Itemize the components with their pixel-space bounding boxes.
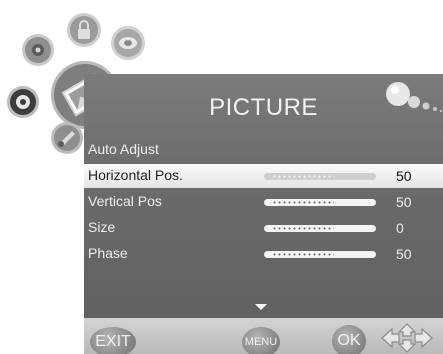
vertical-pos-slider[interactable]: [264, 199, 376, 206]
menu-item-size[interactable]: Size 0: [84, 216, 443, 240]
slider-dots: [272, 175, 334, 178]
arrows-icon[interactable]: [380, 323, 434, 354]
menu-item-label: Phase: [88, 245, 128, 261]
menu-button[interactable]: MENU: [242, 327, 280, 354]
osd-menu-panel: PICTURE Auto Adjust Horizontal Pos. 50 V…: [84, 74, 443, 354]
control-bar: EXIT MENU OK: [84, 318, 443, 354]
color-icon: [6, 85, 40, 119]
bubbles-icon: [384, 76, 443, 121]
menu-item-label: Vertical Pos: [88, 193, 162, 209]
sound-icon: [110, 25, 146, 61]
menu-item-vertical-pos[interactable]: Vertical Pos 50: [84, 190, 443, 214]
lock-icon: [66, 12, 102, 48]
menu-item-label: Horizontal Pos.: [88, 167, 183, 183]
phase-slider[interactable]: [264, 251, 376, 258]
horizontal-pos-value: 50: [396, 168, 412, 184]
menu-item-label: Auto Adjust: [88, 141, 159, 157]
menu-item-label: Size: [88, 219, 116, 235]
menu-item-phase[interactable]: Phase 50: [84, 242, 443, 266]
size-slider[interactable]: [264, 225, 376, 232]
menu-item-auto-adjust[interactable]: Auto Adjust: [84, 138, 443, 162]
size-value: 0: [396, 220, 404, 236]
settings-icon: [50, 121, 84, 155]
exit-button[interactable]: EXIT: [90, 327, 136, 354]
slider-dots: [272, 201, 334, 204]
scroll-down-icon[interactable]: [255, 304, 267, 310]
slider-dots: [272, 227, 334, 230]
slider-dots: [272, 253, 334, 256]
phase-value: 50: [396, 246, 412, 262]
ok-button[interactable]: OK: [332, 325, 366, 354]
horizontal-pos-slider[interactable]: [264, 173, 376, 180]
vertical-pos-value: 50: [396, 194, 412, 210]
menu-item-horizontal-pos[interactable]: Horizontal Pos. 50: [84, 164, 443, 188]
